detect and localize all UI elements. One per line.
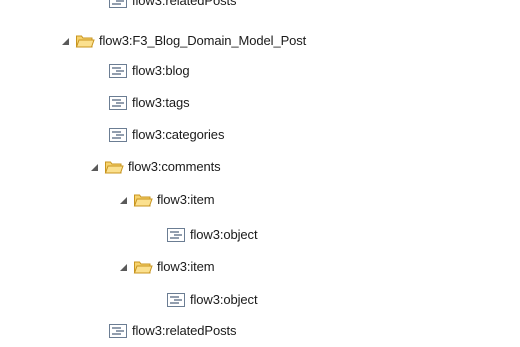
tree-node[interactable]: flow3:relatedPosts [108,321,237,341]
text-node-icon [108,95,128,111]
tree-node-label: flow3:object [190,292,258,307]
tree-node-label: flow3:object [190,227,258,242]
folder-open-icon [133,259,153,275]
tree-node-label: flow3:relatedPosts [132,323,237,338]
tree-node-label: flow3:item [157,259,215,274]
tree-node[interactable]: flow3:blog [108,61,190,81]
expand-triangle-icon[interactable] [61,37,70,46]
tree-node[interactable]: flow3:object [166,225,258,245]
tree-node-label: flow3:tags [132,95,190,110]
tree-node[interactable]: flow3:object [166,290,258,310]
tree-node-label: flow3:categories [132,127,225,142]
tree-node-label: flow3:relatedPosts [132,0,237,8]
tree-node-folder[interactable]: flow3:item [119,190,215,210]
tree-node-folder[interactable]: flow3:comments [90,157,221,177]
expand-triangle-icon[interactable] [119,196,128,205]
tree-node[interactable]: flow3:relatedPosts [108,0,237,11]
expand-triangle-icon[interactable] [119,263,128,272]
text-node-icon [108,127,128,143]
text-node-icon [166,227,186,243]
folder-open-icon [104,159,124,175]
tree-view: flow3:relatedPosts flow3:F3_Blog_Domain_… [0,0,520,347]
text-node-icon [108,63,128,79]
tree-node-folder[interactable]: flow3:F3_Blog_Domain_Model_Post [61,31,306,51]
folder-open-icon [75,33,95,49]
tree-node[interactable]: flow3:categories [108,125,224,145]
expand-triangle-icon[interactable] [90,163,99,172]
text-node-icon [108,0,128,9]
tree-node[interactable]: flow3:tags [108,93,190,113]
folder-open-icon [133,192,153,208]
text-node-icon [108,323,128,339]
text-node-icon [166,292,186,308]
tree-node-label: flow3:blog [132,63,190,78]
tree-node-label: flow3:F3_Blog_Domain_Model_Post [99,33,307,48]
tree-node-label: flow3:comments [128,159,221,174]
tree-node-folder[interactable]: flow3:item [119,257,215,277]
tree-node-label: flow3:item [157,192,215,207]
